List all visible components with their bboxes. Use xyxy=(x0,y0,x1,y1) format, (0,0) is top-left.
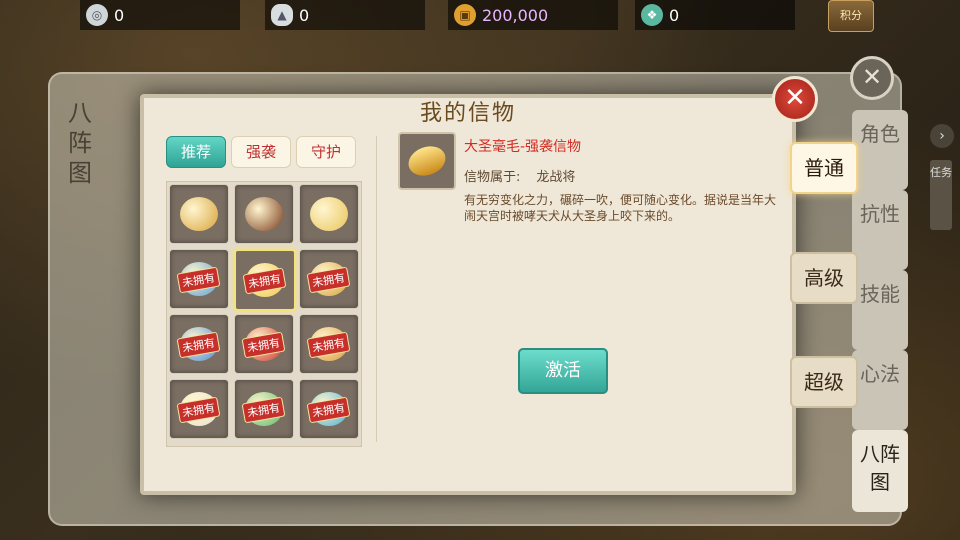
token-description: 有无穷变化之力，碾碎一吹，便可随心变化。据说是当年大闹天宫时被哮天犬从大圣身上咬… xyxy=(464,193,777,223)
grade-tab-super[interactable]: 超级 xyxy=(790,356,858,408)
side-tab-formation[interactable]: 八阵图 xyxy=(852,430,908,512)
jade-value: 0 xyxy=(669,5,680,25)
dialog-title: 我的信物 xyxy=(419,101,516,126)
tab-assault[interactable]: 强袭 xyxy=(231,136,291,168)
token-slot[interactable] xyxy=(299,184,359,244)
grade-tab-advanced[interactable]: 高级 xyxy=(790,252,858,304)
points-button[interactable]: 积分 xyxy=(828,0,874,32)
token-slot[interactable]: 未拥有 xyxy=(234,379,294,439)
tab-recommended[interactable]: 推荐 xyxy=(166,136,226,168)
token-name: 大圣毫毛-强袭信物 xyxy=(464,139,582,155)
dialog-close-button[interactable]: ✕ xyxy=(772,76,818,122)
copper-coin-counter: ▣ 200,000 xyxy=(448,0,618,30)
grade-tab-normal[interactable]: 普通 xyxy=(790,142,858,194)
silver-ingot-value: 0 xyxy=(299,5,310,25)
owner-label: 信物属于: xyxy=(464,170,521,185)
silver-coin-value: 0 xyxy=(114,5,125,25)
jade-counter: ❖ 0 xyxy=(635,0,795,30)
resource-bar: ◎ 0 ▲ 0 ▣ 200,000 ❖ 0 积分 xyxy=(0,0,960,32)
token-slot[interactable]: 未拥有 xyxy=(169,314,229,374)
side-tab-resistance[interactable]: 抗性 xyxy=(852,190,908,270)
horn-icon xyxy=(245,197,283,231)
token-slot[interactable]: 未拥有 xyxy=(234,249,296,311)
token-slot[interactable]: 未拥有 xyxy=(299,314,359,374)
owner-name: 龙战将 xyxy=(536,170,576,185)
token-owner: 信物属于: 龙战将 xyxy=(464,166,575,185)
side-tab-mind[interactable]: 心法 xyxy=(852,350,908,430)
copper-coin-icon: ▣ xyxy=(454,4,476,26)
token-slot[interactable] xyxy=(234,184,294,244)
expand-arrow-icon[interactable]: › xyxy=(930,124,954,148)
jade-icon: ❖ xyxy=(641,4,663,26)
category-tabs: 推荐 强袭 守护 xyxy=(166,136,356,168)
selected-token-icon xyxy=(398,132,456,190)
token-slot[interactable] xyxy=(169,184,229,244)
activate-button[interactable]: 激活 xyxy=(518,348,608,394)
task-tag[interactable]: 任务 xyxy=(930,160,952,230)
ring-icon xyxy=(180,197,218,231)
token-slot[interactable]: 未拥有 xyxy=(299,249,359,309)
token-slot[interactable]: 未拥有 xyxy=(169,249,229,309)
peach-icon xyxy=(310,197,348,231)
token-slot[interactable]: 未拥有 xyxy=(234,314,294,374)
silver-ingot-icon: ▲ xyxy=(271,4,293,26)
silver-coin-counter: ◎ 0 xyxy=(80,0,240,30)
silver-coin-icon: ◎ xyxy=(86,4,108,26)
token-list-pane: 推荐 强袭 守护 未拥有 未拥有 未拥有 未拥有 未拥有 未拥有 未拥有 未拥有 未拥有 xyxy=(166,136,377,447)
side-tab-character[interactable]: 角色 xyxy=(852,110,908,190)
tab-guard[interactable]: 守护 xyxy=(296,136,356,168)
back-close-button[interactable]: ✕ xyxy=(850,56,894,100)
hair-icon xyxy=(404,141,450,181)
background-panel-title: 八阵图 xyxy=(68,99,92,187)
side-tab-skills[interactable]: 技能 xyxy=(852,270,908,350)
token-dialog: 我的信物 推荐 强袭 守护 未拥有 未拥有 未拥有 未拥有 未拥有 未拥有 未拥有 未拥有 未拥… xyxy=(140,94,796,495)
token-slot[interactable]: 未拥有 xyxy=(169,379,229,439)
silver-ingot-counter: ▲ 0 xyxy=(265,0,425,30)
token-slot[interactable]: 未拥有 xyxy=(299,379,359,439)
copper-coin-value: 200,000 xyxy=(482,5,549,25)
token-grid: 未拥有 未拥有 未拥有 未拥有 未拥有 未拥有 未拥有 未拥有 未拥有 xyxy=(166,181,362,447)
